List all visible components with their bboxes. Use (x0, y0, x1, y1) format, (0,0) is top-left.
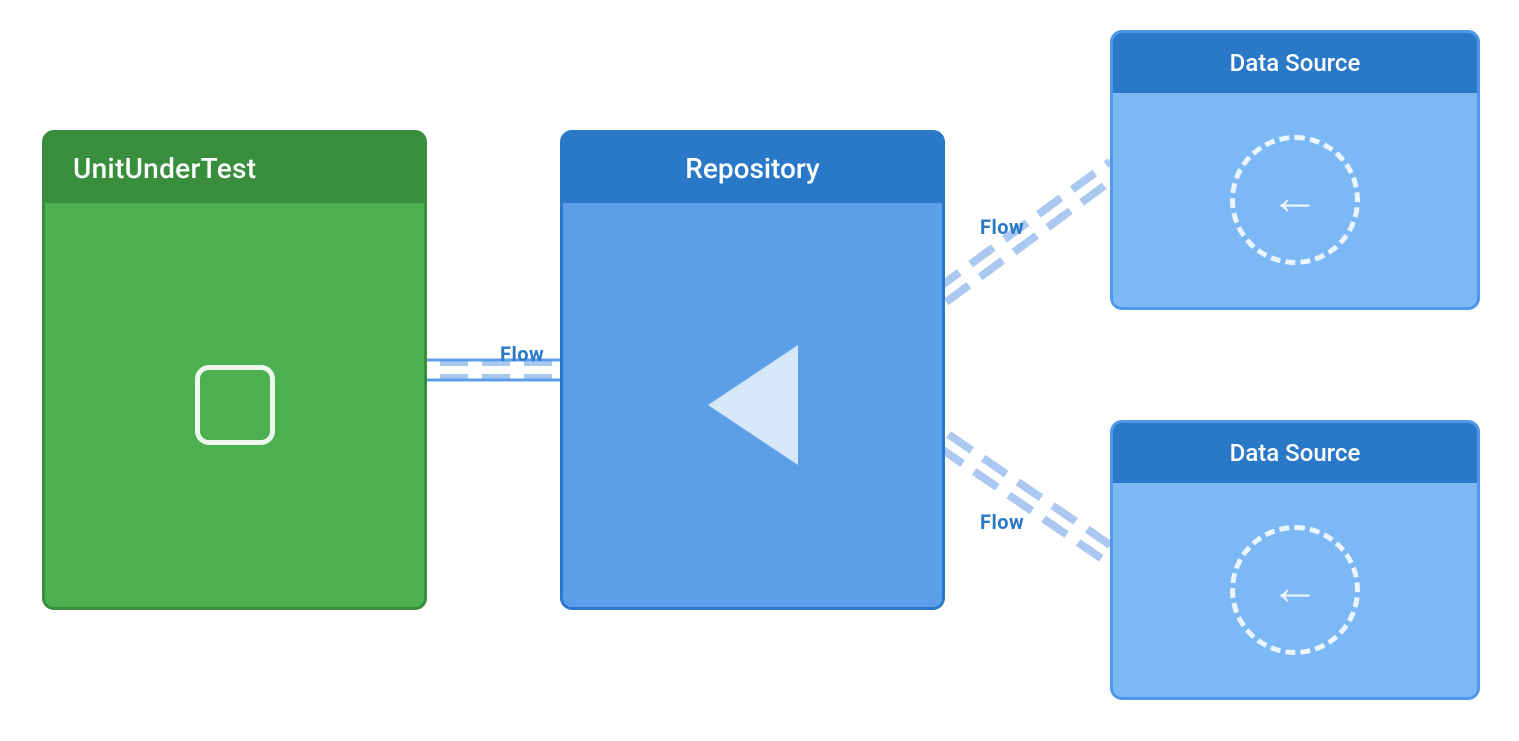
arrow-left-bottom: ← (1270, 563, 1320, 613)
arrow-left-top: ← (1270, 173, 1320, 223)
repo-block-header: Repository (563, 133, 942, 203)
dashed-circle-bottom: ← (1230, 525, 1360, 655)
data-source-bottom-title: Data Source (1230, 439, 1361, 467)
repo-block-title: Repository (685, 152, 820, 185)
triangle-icon (708, 345, 798, 465)
unit-block-body (45, 203, 424, 607)
data-source-top-header: Data Source (1113, 33, 1477, 93)
data-source-bottom-block: Data Source ← (1110, 420, 1480, 700)
flow-label-top: Flow (980, 215, 1024, 239)
unit-block-header: UnitUnderTest (45, 133, 424, 203)
flow-label-main: Flow (500, 342, 544, 366)
data-source-top-block: Data Source ← (1110, 30, 1480, 310)
unit-square-icon (195, 365, 275, 445)
diagram-container: UnitUnderTest Repository Data Source ← D… (0, 0, 1519, 741)
flow-label-bottom: Flow (980, 510, 1024, 534)
unit-under-test-block: UnitUnderTest (42, 130, 427, 610)
unit-block-title: UnitUnderTest (73, 152, 256, 185)
data-source-top-title: Data Source (1230, 49, 1361, 77)
repo-block-body (563, 203, 942, 607)
data-source-bottom-body: ← (1113, 483, 1477, 697)
dashed-circle-top: ← (1230, 135, 1360, 265)
repository-block: Repository (560, 130, 945, 610)
data-source-top-body: ← (1113, 93, 1477, 307)
data-source-bottom-header: Data Source (1113, 423, 1477, 483)
